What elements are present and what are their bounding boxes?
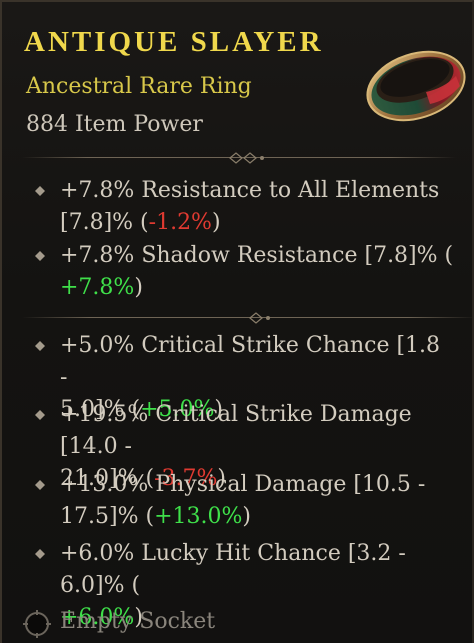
ring-icon [366, 50, 466, 122]
section-divider [22, 311, 472, 325]
affix-line-1: +7.8% Shadow Resistance [7.8]% ( [60, 243, 454, 268]
affix-delta: +7.8% [60, 275, 135, 300]
affix-delta: -1.2% [148, 210, 212, 235]
divider-ornament-icon [229, 152, 264, 164]
affix-bullet-icon [35, 186, 45, 196]
socket-icon [23, 610, 51, 638]
item-tooltip: ANTIQUE SLAYER Ancestral Rare Ring 884 I… [0, 0, 474, 643]
divider-ornament-icon [249, 312, 270, 324]
socket-label: Empty Socket [60, 609, 216, 634]
item-power: 884 Item Power [26, 112, 203, 137]
affix-line-1: +6.0% Lucky Hit Chance [3.2 - 6.0]% ( [60, 541, 406, 598]
affix-delta: +13.0% [154, 504, 243, 529]
affix-line-1: +5.0% Critical Strike Chance [1.8 - [60, 333, 441, 390]
affix-line-2: 17.5]% (+13.0%) [60, 504, 251, 529]
item-name: ANTIQUE SLAYER [24, 26, 324, 58]
affix-line-2: +7.8%) [60, 275, 143, 300]
affix-line-1: +19.5% Critical Strike Damage [14.0 - [60, 402, 412, 459]
affix-line-2: [7.8]% (-1.2%) [60, 210, 221, 235]
affix-line-1: +7.8% Resistance to All Elements [60, 178, 440, 203]
affix-bullet-icon [35, 341, 45, 351]
affix-bullet-icon [35, 480, 45, 490]
item-type: Ancestral Rare Ring [26, 74, 252, 99]
section-divider [22, 151, 456, 165]
affix-bullet-icon [35, 549, 45, 559]
affix-bullet-icon [35, 410, 45, 420]
affix-line-1: +13.0% Physical Damage [10.5 - [60, 472, 426, 497]
affix-bullet-icon [35, 251, 45, 261]
